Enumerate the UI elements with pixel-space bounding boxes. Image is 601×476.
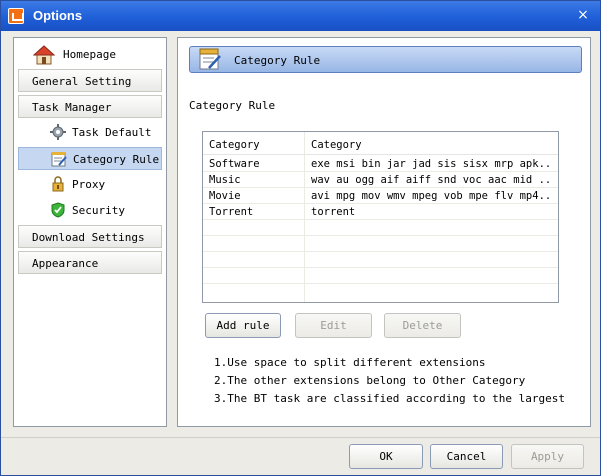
empty-row	[203, 268, 558, 284]
title-bar[interactable]: Options ×	[1, 1, 600, 31]
section-label: Category Rule	[189, 99, 276, 112]
ok-button[interactable]: OK	[349, 444, 423, 469]
sidebar-item-task-default[interactable]: Task Default	[18, 121, 162, 144]
sidebar-item-label: General Setting	[32, 75, 132, 88]
cancel-button[interactable]: Cancel	[430, 444, 503, 469]
empty-row	[203, 220, 558, 236]
table-row[interactable]: Movie avi mpg mov wmv mpeg vob mpe flv m…	[203, 188, 558, 204]
empty-row	[203, 236, 558, 252]
help-notes: 1.Use space to split different extension…	[214, 354, 565, 408]
category-name: Torrent	[209, 206, 254, 218]
category-name: Software	[209, 158, 260, 170]
sidebar-item-appearance[interactable]: Appearance	[18, 251, 162, 274]
column-header-extensions[interactable]: Category	[311, 139, 551, 151]
table-header-row: Category Category	[203, 137, 558, 155]
category-name: Movie	[209, 190, 241, 202]
category-name: Music	[209, 174, 241, 186]
gear-icon	[50, 124, 66, 140]
note-line: 1.Use space to split different extension…	[214, 356, 486, 369]
sidebar-item-general-setting[interactable]: General Setting	[18, 69, 162, 92]
sidebar-item-homepage[interactable]: Homepage	[18, 43, 162, 66]
category-table[interactable]: Category Category Software exe msi bin j…	[202, 131, 559, 303]
panel-header-banner: Category Rule	[189, 46, 582, 73]
options-dialog: Options × Homepage General Setting Task …	[0, 0, 601, 476]
category-extensions: exe msi bin jar jad sis sisx mrp apk...	[311, 158, 551, 170]
panel-title: Category Rule	[234, 54, 321, 67]
table-row[interactable]: Music wav au ogg aif aiff snd voc aac mi…	[203, 172, 558, 188]
sidebar-item-label: Security	[72, 204, 125, 217]
sidebar-item-label: Category Rule	[73, 153, 160, 166]
proxy-lock-icon	[52, 176, 64, 192]
apply-button[interactable]: Apply	[511, 444, 584, 469]
column-header-category[interactable]: Category	[209, 139, 260, 151]
edit-button[interactable]: Edit	[295, 313, 372, 338]
notepad-icon	[51, 152, 67, 167]
table-row[interactable]: Software exe msi bin jar jad sis sisx mr…	[203, 156, 558, 172]
add-rule-button[interactable]: Add rule	[205, 313, 281, 338]
sidebar-item-label: Appearance	[32, 257, 99, 270]
sidebar-item-proxy[interactable]: Proxy	[18, 173, 162, 196]
house-icon	[33, 45, 55, 65]
sidebar-item-label: Proxy	[72, 178, 106, 191]
shield-icon	[51, 202, 65, 218]
sidebar-item-label: Download Settings	[32, 231, 145, 244]
sidebar-item-label: Task Default	[72, 126, 152, 139]
sidebar-item-label: Task Manager	[32, 101, 112, 114]
sidebar-item-download-settings[interactable]: Download Settings	[18, 225, 162, 248]
footer-divider	[1, 437, 600, 438]
category-extensions: torrent	[311, 206, 356, 218]
delete-button[interactable]: Delete	[384, 313, 461, 338]
category-rule-panel: Category Rule Category Rule Category Cat…	[177, 37, 591, 427]
sidebar-item-security[interactable]: Security	[18, 199, 162, 222]
empty-row	[203, 252, 558, 268]
close-button[interactable]: ×	[576, 8, 590, 22]
category-extensions: avi mpg mov wmv mpeg vob mpe flv mp4...	[311, 190, 551, 202]
note-line: 2.The other extensions belong to Other C…	[214, 374, 526, 387]
sidebar-item-category-rule[interactable]: Category Rule	[18, 147, 162, 170]
options-sidebar: Homepage General Setting Task Manager Ta…	[13, 37, 167, 427]
sidebar-item-label: Homepage	[63, 48, 116, 61]
note-line: 3.The BT task are classified according t…	[214, 392, 565, 405]
category-extensions: wav au ogg aif aiff snd voc aac mid ...	[311, 174, 551, 186]
app-download-icon	[8, 8, 24, 24]
notepad-icon	[199, 48, 221, 70]
table-row[interactable]: Torrent torrent	[203, 204, 558, 220]
sidebar-item-task-manager[interactable]: Task Manager	[18, 95, 162, 118]
window-title: Options	[33, 8, 83, 23]
